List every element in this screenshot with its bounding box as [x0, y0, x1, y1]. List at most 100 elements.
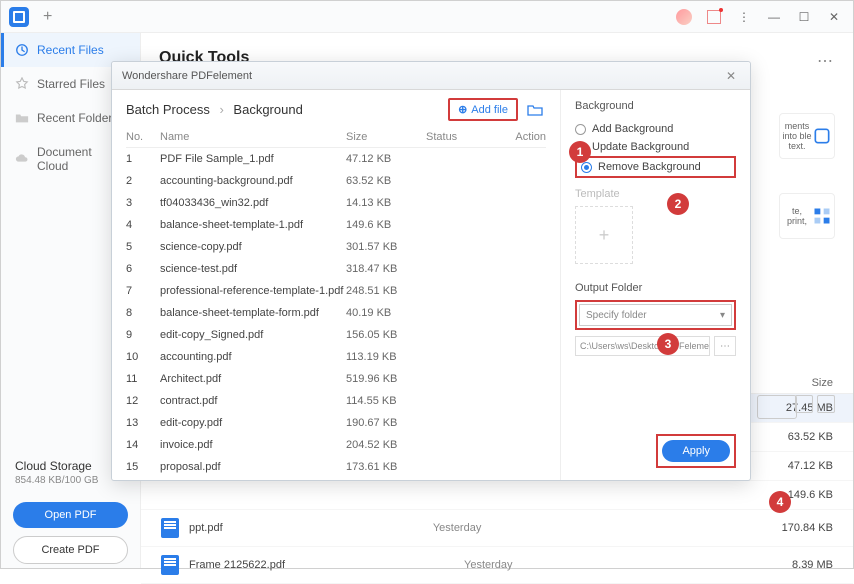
- table-row[interactable]: 5 science-copy.pdf 301.57 KB: [126, 236, 546, 258]
- table-row[interactable]: 11 Architect.pdf 519.96 KB: [126, 368, 546, 390]
- search-input[interactable]: [757, 395, 797, 419]
- cell-action: [496, 417, 546, 429]
- cell-no: 2: [126, 175, 160, 187]
- table-row[interactable]: 1 PDF File Sample_1.pdf 47.12 KB: [126, 148, 546, 170]
- avatar-icon[interactable]: [671, 4, 697, 30]
- browse-folder-button[interactable]: ⋯: [714, 336, 736, 356]
- cell-no: 7: [126, 285, 160, 297]
- table-row[interactable]: 4 balance-sheet-template-1.pdf 149.6 KB: [126, 214, 546, 236]
- annotation-2: 2: [667, 193, 689, 215]
- open-pdf-button[interactable]: Open PDF: [13, 502, 128, 528]
- file-row[interactable]: 149.6 KB: [141, 481, 853, 510]
- radio-add-background[interactable]: Add Background: [575, 120, 736, 138]
- cell-size: 519.96 KB: [346, 373, 426, 385]
- cell-no: 3: [126, 197, 160, 209]
- add-file-button[interactable]: ⊕ Add file: [448, 98, 518, 121]
- cell-action: [496, 197, 546, 209]
- cell-name: accounting-background.pdf: [160, 175, 346, 187]
- cell-action: [496, 285, 546, 297]
- new-tab-button[interactable]: +: [37, 8, 58, 26]
- cell-status: [426, 307, 496, 319]
- window-close-button[interactable]: ✕: [821, 4, 847, 30]
- annotation-1: 1: [569, 141, 591, 163]
- window-minimize-button[interactable]: —: [761, 4, 787, 30]
- output-folder-label: Output Folder: [575, 282, 736, 294]
- sidebar-item-label: Recent Files: [37, 43, 104, 57]
- cell-action: [496, 241, 546, 253]
- create-pdf-button[interactable]: Create PDF: [13, 536, 128, 564]
- table-row[interactable]: 3 tf04033436_win32.pdf 14.13 KB: [126, 192, 546, 214]
- table-row[interactable]: 15 proposal.pdf 173.61 KB: [126, 456, 546, 478]
- file-row[interactable]: Frame 2125622.pdfYesterday8.39 MB: [141, 547, 853, 584]
- cell-no: 14: [126, 439, 160, 451]
- radio-update-background[interactable]: Update Background: [575, 138, 736, 156]
- modal-close-button[interactable]: ✕: [722, 67, 740, 85]
- radio-label: Update Background: [592, 141, 689, 153]
- notification-icon[interactable]: [701, 4, 727, 30]
- cell-no: 12: [126, 395, 160, 407]
- file-row[interactable]: ppt.pdfYesterday170.84 KB: [141, 510, 853, 547]
- template-label: Template: [575, 188, 736, 200]
- cell-action: [496, 329, 546, 341]
- plus-icon: ⊕: [458, 103, 467, 116]
- cell-name: tf04033436_win32.pdf: [160, 197, 346, 209]
- batch-process-modal: Wondershare PDFelement ✕ Batch Process ›…: [111, 61, 751, 481]
- table-row[interactable]: 10 accounting.pdf 113.19 KB: [126, 346, 546, 368]
- cell-size: 156.05 KB: [346, 329, 426, 341]
- table-row[interactable]: 2 accounting-background.pdf 63.52 KB: [126, 170, 546, 192]
- output-folder-select[interactable]: Specify folder ▾: [579, 304, 732, 326]
- cloud-icon: [15, 152, 29, 166]
- add-folder-button[interactable]: [524, 99, 546, 121]
- window-maximize-button[interactable]: ☐: [791, 4, 817, 30]
- cell-size: 190.67 KB: [346, 417, 426, 429]
- apply-highlight: Apply: [656, 434, 736, 468]
- folder-icon: [15, 111, 29, 125]
- cell-name: balance-sheet-template-form.pdf: [160, 307, 346, 319]
- app-logo: [9, 7, 29, 27]
- table-row[interactable]: 9 edit-copy_Signed.pdf 156.05 KB: [126, 324, 546, 346]
- star-icon: [15, 77, 29, 91]
- table-row[interactable]: 14 invoice.pdf 204.52 KB: [126, 434, 546, 456]
- grid-view-button[interactable]: [817, 395, 835, 413]
- table-row[interactable]: 12 contract.pdf 114.55 KB: [126, 390, 546, 412]
- list-view-button[interactable]: [795, 395, 813, 413]
- sidebar-item-label: Starred Files: [37, 77, 105, 91]
- table-row[interactable]: 6 science-test.pdf 318.47 KB: [126, 258, 546, 280]
- modal-titlebar: Wondershare PDFelement ✕: [112, 62, 750, 90]
- cell-no: 1: [126, 153, 160, 165]
- cell-action: [496, 153, 546, 165]
- cell-status: [426, 153, 496, 165]
- radio-remove-background[interactable]: Remove Background: [575, 156, 736, 178]
- cell-status: [426, 417, 496, 429]
- apply-button[interactable]: Apply: [662, 440, 730, 462]
- table-row[interactable]: 7 professional-reference-template-1.pdf …: [126, 280, 546, 302]
- output-path-value: C:\Users\ws\Desktop\PDFelement\Bacl: [580, 341, 710, 351]
- cell-size: 113.19 KB: [346, 351, 426, 363]
- pdf-file-icon: [161, 555, 179, 575]
- table-row[interactable]: 13 edit-copy.pdf 190.67 KB: [126, 412, 546, 434]
- cell-action: [496, 219, 546, 231]
- cell-no: 15: [126, 461, 160, 473]
- cell-no: 4: [126, 219, 160, 231]
- cell-size: 149.6 KB: [346, 219, 426, 231]
- cell-no: 8: [126, 307, 160, 319]
- cell-status: [426, 241, 496, 253]
- table-row[interactable]: 8 balance-sheet-template-form.pdf 40.19 …: [126, 302, 546, 324]
- output-path-field[interactable]: C:\Users\ws\Desktop\PDFelement\Bacl: [575, 336, 710, 356]
- breadcrumb-root[interactable]: Batch Process: [126, 102, 210, 117]
- kebab-menu-icon[interactable]: ⋮: [731, 4, 757, 30]
- cell-size: 63.52 KB: [346, 175, 426, 187]
- cell-size: 14.13 KB: [346, 197, 426, 209]
- cell-status: [426, 197, 496, 209]
- more-options-button[interactable]: ⋯: [817, 51, 835, 71]
- cell-status: [426, 373, 496, 385]
- header-action: Action: [496, 131, 546, 143]
- template-add-button[interactable]: +: [575, 206, 633, 264]
- chevron-right-icon: ›: [219, 102, 223, 117]
- cell-action: [496, 395, 546, 407]
- radio-icon: [575, 124, 586, 135]
- cell-action: [496, 351, 546, 363]
- cell-size: 173.61 KB: [346, 461, 426, 473]
- cell-action: [496, 439, 546, 451]
- cell-action: [496, 373, 546, 385]
